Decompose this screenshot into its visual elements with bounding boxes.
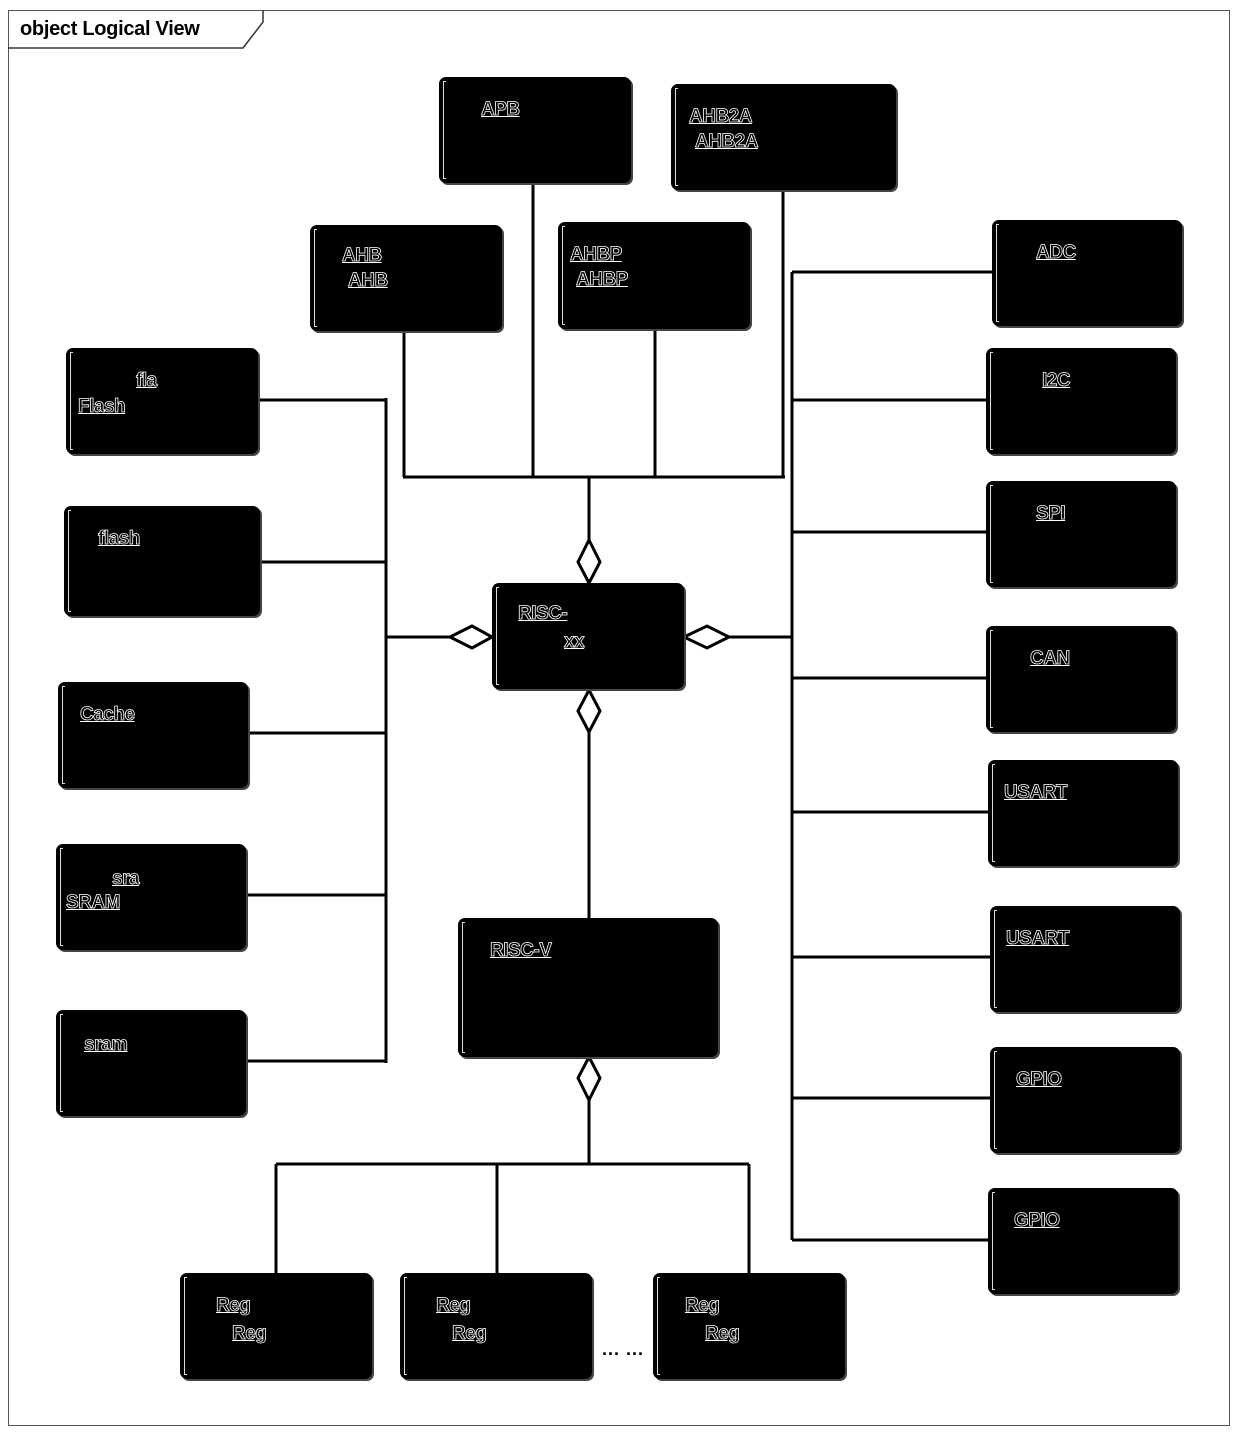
object-label: sra bbox=[112, 868, 140, 890]
object-label: SPI bbox=[1036, 503, 1066, 525]
object-label: sram bbox=[84, 1034, 129, 1056]
object-box-risc-v[interactable]: RISC-V bbox=[458, 918, 718, 1057]
object-label: RISC-V bbox=[490, 940, 553, 962]
object-box-gpio-2[interactable]: GPIO bbox=[988, 1188, 1178, 1294]
object-box-apb[interactable]: APB bbox=[439, 77, 631, 183]
object-box-cache[interactable]: Cache bbox=[58, 682, 248, 788]
object-box-risc-core[interactable]: RISC- xx bbox=[492, 583, 684, 689]
aggregation-diamond-bottom bbox=[576, 686, 602, 736]
object-box-flash-2[interactable]: flash bbox=[64, 506, 260, 616]
object-box-spi[interactable]: SPI bbox=[986, 481, 1176, 587]
object-label: SRAM bbox=[66, 892, 121, 914]
object-label: Reg bbox=[436, 1295, 472, 1317]
object-box-ahb[interactable]: AHB AHB bbox=[310, 225, 502, 331]
object-label: Reg bbox=[452, 1323, 488, 1345]
object-label: AHB2A bbox=[695, 131, 759, 153]
aggregation-diamond-lower bbox=[576, 1053, 602, 1104]
object-box-gpio-1[interactable]: GPIO bbox=[990, 1047, 1180, 1153]
object-label: GPIO bbox=[1014, 1210, 1061, 1232]
object-label: ADC bbox=[1036, 242, 1077, 264]
object-label: AHB bbox=[342, 245, 383, 267]
object-label: APB bbox=[481, 99, 521, 121]
object-label: USART bbox=[1004, 782, 1068, 804]
object-box-can[interactable]: CAN bbox=[986, 626, 1176, 732]
object-label: I2C bbox=[1042, 370, 1071, 392]
object-label: Reg bbox=[216, 1295, 252, 1317]
object-box-adc[interactable]: ADC bbox=[992, 220, 1182, 326]
object-box-register-n[interactable]: Reg Reg bbox=[653, 1273, 845, 1379]
object-label: Reg bbox=[705, 1323, 741, 1345]
object-label: RISC- bbox=[518, 603, 569, 625]
object-label: AHBP bbox=[576, 269, 629, 291]
object-box-i2c[interactable]: I2C bbox=[986, 348, 1176, 454]
object-label: Reg bbox=[685, 1295, 721, 1317]
object-label: AHB2A bbox=[689, 106, 753, 128]
object-label: Reg bbox=[232, 1323, 268, 1345]
object-label: flash bbox=[98, 528, 141, 550]
object-box-usart-2[interactable]: USART bbox=[990, 906, 1180, 1012]
object-box-sram-1[interactable]: sra SRAM bbox=[56, 844, 246, 950]
object-box-sram-2[interactable]: sram bbox=[56, 1010, 246, 1116]
more-registers-ellipsis: ... ... bbox=[602, 1339, 645, 1359]
object-label: GPIO bbox=[1016, 1069, 1063, 1091]
object-label: CAN bbox=[1030, 648, 1071, 670]
object-box-register-1[interactable]: Reg Reg bbox=[180, 1273, 372, 1379]
object-box-usart-1[interactable]: USART bbox=[988, 760, 1178, 866]
object-box-ahb2a[interactable]: AHB2A AHB2A bbox=[671, 84, 896, 190]
aggregation-diamond-left bbox=[446, 624, 496, 650]
aggregation-diamond-right bbox=[680, 624, 733, 650]
object-box-ahbp[interactable]: AHBP AHBP bbox=[558, 222, 750, 329]
object-label: AHBP bbox=[570, 244, 623, 266]
aggregation-diamond-top bbox=[576, 536, 602, 587]
object-label: Flash bbox=[78, 396, 126, 418]
object-label: AHB bbox=[348, 270, 389, 292]
object-box-flash-1[interactable]: fla Flash bbox=[66, 348, 258, 454]
object-label: fla bbox=[136, 370, 158, 392]
object-label: xx bbox=[564, 631, 585, 653]
object-label: Cache bbox=[80, 704, 136, 726]
object-label: USART bbox=[1006, 928, 1070, 950]
object-box-register-2[interactable]: Reg Reg bbox=[400, 1273, 592, 1379]
